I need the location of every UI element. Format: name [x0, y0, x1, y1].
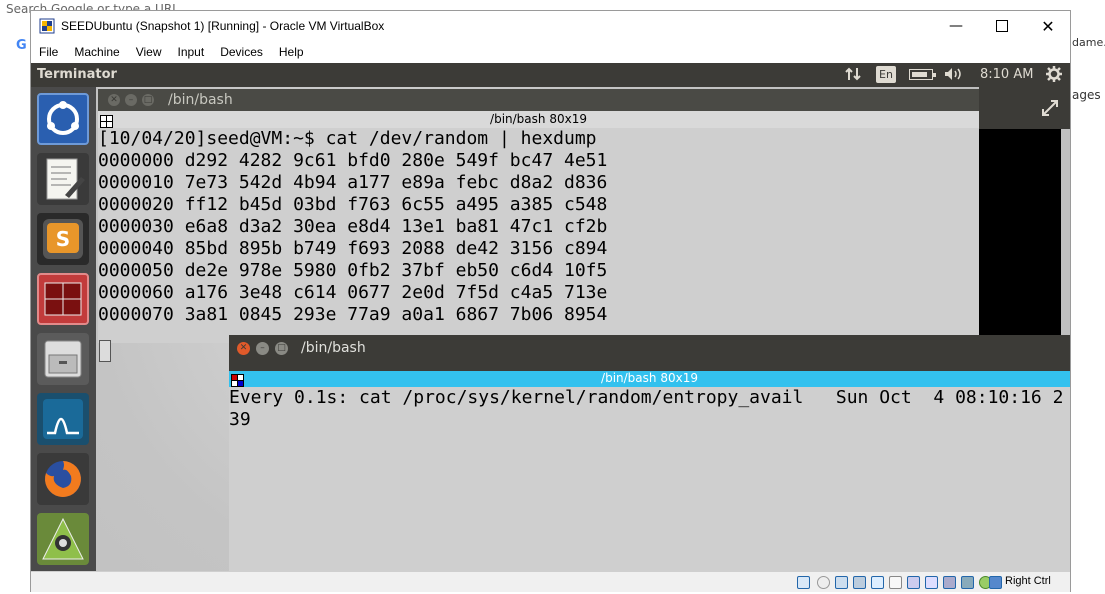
terminal-window-2[interactable]: ✕ – □ /bin/bash /bin/bash 80x19 Every 0.…: [229, 335, 1070, 571]
menu-machine[interactable]: Machine: [66, 41, 127, 63]
shared-folders-icon[interactable]: [889, 576, 902, 589]
text-editor-icon[interactable]: [37, 153, 89, 205]
menu-devices[interactable]: Devices: [212, 41, 271, 63]
terminal-line: 0000070 3a81 0845 293e 77a9 a0a1 6867 7b…: [98, 304, 608, 325]
settings-gear-icon[interactable]: [1046, 66, 1062, 86]
terminal-2-maximize-button[interactable]: □: [275, 342, 288, 355]
close-button[interactable]: ✕: [1025, 11, 1071, 41]
guest-additions-icon[interactable]: [961, 576, 974, 589]
maximize-button[interactable]: [979, 11, 1025, 41]
terminal-2-output[interactable]: Every 0.1s: cat /proc/sys/kernel/random/…: [229, 387, 1070, 571]
virtualbox-window: SEEDUbuntu (Snapshot 1) [Running] - Orac…: [30, 10, 1071, 592]
host-key-label: Right Ctrl: [1005, 575, 1051, 587]
security-tool-icon[interactable]: [37, 513, 89, 565]
terminal-2-close-button[interactable]: ✕: [237, 342, 250, 355]
wireshark-icon[interactable]: [37, 393, 89, 445]
terminal-line: 0000020 ff12 b45d 03bd f763 6c55 a495 a3…: [98, 194, 608, 215]
unity-launcher: S: [31, 87, 96, 571]
terminal-line: 0000000 d292 4282 9c61 bfd0 280e 549f bc…: [98, 150, 608, 171]
terminal-1-titlebar[interactable]: ✕ – □ /bin/bash: [98, 89, 979, 111]
video-capture-icon[interactable]: [925, 576, 938, 589]
terminal-2-focus-bar[interactable]: /bin/bash 80x19: [229, 371, 1070, 387]
menu-view[interactable]: View: [128, 41, 170, 63]
maximize-icon: [996, 20, 1008, 32]
terminal-2-minimize-button[interactable]: –: [256, 342, 269, 355]
expand-icon[interactable]: [1041, 99, 1059, 121]
terminal-line: 0000030 e6a8 d3a2 30ea e8d4 13e1 ba81 47…: [98, 216, 608, 237]
terminator-icon[interactable]: [37, 273, 89, 325]
audio-icon[interactable]: [835, 576, 848, 589]
terminal-line: 0000050 de2e 978e 5980 0fb2 37bf eb50 c6…: [98, 260, 608, 281]
active-app-title: Terminator: [37, 67, 117, 82]
terminal-1-output[interactable]: [10/04/20]seed@VM:~$ cat /dev/random | h…: [98, 128, 979, 343]
terminal-line: [10/04/20]seed@VM:~$ cat /dev/random | h…: [98, 128, 597, 149]
usb-icon[interactable]: [871, 576, 884, 589]
menu-bar: File Machine View Input Devices Help: [31, 41, 1070, 63]
terminal-side-pane: [979, 129, 1061, 343]
hard-disk-icon[interactable]: [797, 576, 810, 589]
terminal-2-size-label: /bin/bash 80x19: [601, 371, 698, 385]
browser-background-text: dame..: [1072, 36, 1105, 49]
menu-input[interactable]: Input: [170, 41, 213, 63]
volume-icon[interactable]: [943, 66, 963, 86]
terminal-1-size-label: /bin/bash 80x19: [490, 112, 587, 126]
terminal-line: 39: [229, 409, 251, 430]
terminal-line: 0000040 85bd 895b b749 f693 2088 de42 31…: [98, 238, 608, 259]
svg-text:S: S: [56, 227, 70, 251]
virtualization-icon[interactable]: [943, 576, 956, 589]
minimize-icon: —: [949, 18, 963, 34]
menu-help[interactable]: Help: [271, 41, 312, 63]
window-titlebar[interactable]: SEEDUbuntu (Snapshot 1) [Running] - Orac…: [31, 11, 1070, 41]
keyboard-layout-indicator[interactable]: En: [876, 66, 896, 83]
window-title: SEEDUbuntu (Snapshot 1) [Running] - Orac…: [61, 19, 385, 33]
terminal-line: Every 0.1s: cat /proc/sys/kernel/random/…: [229, 387, 1064, 408]
virtualbox-status-bar: Right Ctrl: [31, 571, 1070, 592]
battery-icon[interactable]: [909, 69, 936, 80]
clock[interactable]: 8:10 AM: [980, 67, 1033, 82]
terminal-2-titlebar[interactable]: ✕ – □ /bin/bash: [229, 335, 1070, 361]
terminal-2-title: /bin/bash: [301, 340, 366, 356]
close-icon: ✕: [1041, 16, 1055, 36]
optical-drive-icon[interactable]: [817, 576, 830, 589]
menu-file[interactable]: File: [31, 41, 66, 63]
terminal-line: 0000010 7e73 542d 4b94 a177 e89a febc d8…: [98, 172, 608, 193]
terminal-1-titlebar-inner[interactable]: /bin/bash 80x19: [98, 111, 979, 128]
minimize-button[interactable]: —: [933, 11, 979, 41]
terminal-1-cursor: [99, 340, 111, 362]
terminal-2-titlebar-gap: [229, 361, 1070, 371]
terminal-line: 0000060 a176 3e48 c614 0677 2e0d 7f5d c4…: [98, 282, 608, 303]
terminal-1-maximize-button[interactable]: □: [142, 94, 154, 106]
google-logo-letter: G: [16, 38, 27, 53]
display-icon[interactable]: [907, 576, 920, 589]
host-key-arrow-icon[interactable]: [989, 576, 1002, 589]
sublime-text-icon[interactable]: S: [37, 213, 89, 265]
network-arrows-icon[interactable]: [845, 66, 861, 86]
browser-background-text-2: ages: [1072, 88, 1101, 102]
terminal-1-minimize-button[interactable]: –: [125, 94, 137, 106]
firefox-icon[interactable]: [37, 453, 89, 505]
network-icon[interactable]: [853, 576, 866, 589]
file-manager-icon[interactable]: [37, 333, 89, 385]
terminal-1-title: /bin/bash: [168, 92, 233, 108]
terminal-1-close-button[interactable]: ✕: [108, 94, 120, 106]
expand-panel[interactable]: [979, 87, 1070, 129]
terminal-window-1[interactable]: ✕ – □ /bin/bash /bin/bash 80x19 [10/04/2…: [98, 89, 979, 362]
ubuntu-dash-icon[interactable]: [37, 93, 89, 145]
virtualbox-app-icon: [39, 18, 55, 34]
ubuntu-top-panel: Terminator En 8:10 AM: [31, 63, 1070, 87]
